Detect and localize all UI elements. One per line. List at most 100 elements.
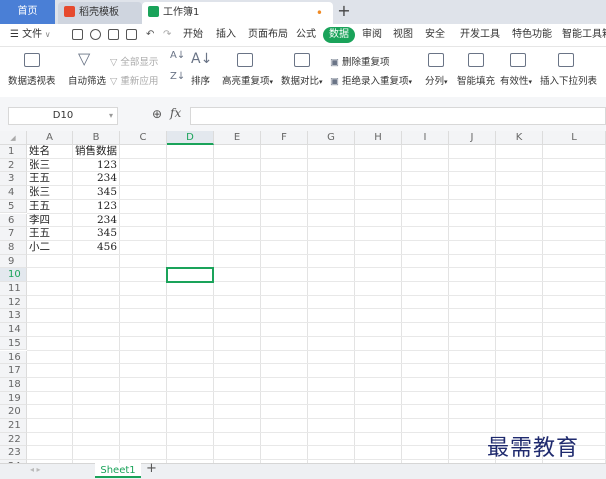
menu-smart-toolbox[interactable]: 智能工具箱	[562, 27, 606, 43]
row-header-11[interactable]: 11	[0, 282, 27, 296]
menu-developer[interactable]: 开发工具	[460, 27, 500, 43]
row-header-6[interactable]: 6	[0, 213, 27, 228]
split-column-button[interactable]: 分列▾	[425, 73, 448, 87]
cell-a7[interactable]: 王五	[29, 227, 70, 241]
cell-b4[interactable]: 345	[75, 186, 117, 200]
column-header-c[interactable]: C	[120, 131, 167, 145]
menu-features[interactable]: 特色功能	[512, 27, 552, 43]
row-header-16[interactable]: 16	[0, 350, 27, 365]
undo-icon[interactable]: ↶	[146, 27, 154, 43]
row-header-8[interactable]: 8	[0, 240, 27, 255]
row-header-10[interactable]: 10	[0, 268, 27, 282]
column-header-d[interactable]: D	[167, 131, 214, 145]
cell-a3[interactable]: 王五	[29, 172, 70, 186]
row-header-12[interactable]: 12	[0, 295, 27, 310]
row-header-4[interactable]: 4	[0, 186, 27, 200]
select-all-corner[interactable]: ◢	[0, 131, 27, 145]
row-header-22[interactable]: 22	[0, 432, 27, 447]
reapply-button[interactable]: ▽ 重新应用	[110, 73, 158, 87]
tab-workbook[interactable]: 工作簿1 •	[142, 2, 333, 24]
smart-fill-button[interactable]: 智能填充	[457, 73, 495, 87]
name-box[interactable]: D10 ▾	[8, 107, 118, 125]
new-tab-button[interactable]: +	[336, 0, 352, 24]
row-header-1[interactable]: 1	[0, 145, 27, 159]
highlight-duplicates-button[interactable]: 高亮重复项▾	[222, 73, 273, 87]
spreadsheet-icon	[148, 6, 159, 17]
add-sheet-button[interactable]: +	[146, 461, 157, 476]
row-header-13[interactable]: 13	[0, 309, 27, 324]
cell-b5[interactable]: 123	[75, 200, 117, 214]
row-header-9[interactable]: 9	[0, 254, 27, 269]
cell-b8[interactable]: 456	[75, 241, 117, 255]
row-header-15[interactable]: 15	[0, 336, 27, 351]
chevron-down-icon[interactable]: ▾	[109, 108, 113, 124]
sort-desc-icon[interactable]: Z↓	[170, 71, 185, 82]
menu-page-layout[interactable]: 页面布局	[248, 27, 288, 43]
cell-a2[interactable]: 张三	[29, 159, 70, 173]
column-header-e[interactable]: E	[214, 131, 261, 145]
column-header-l[interactable]: L	[543, 131, 606, 145]
cell-b7[interactable]: 345	[75, 227, 117, 241]
column-header-g[interactable]: G	[308, 131, 355, 145]
sort-asc-icon[interactable]: A↓	[170, 50, 185, 61]
cell-a4[interactable]: 张三	[29, 186, 70, 200]
column-header-k[interactable]: K	[496, 131, 543, 145]
file-menu[interactable]: ☰ 文件 ∨	[10, 27, 51, 43]
row-header-2[interactable]: 2	[0, 158, 27, 173]
active-cell[interactable]	[166, 267, 214, 283]
column-header-b[interactable]: B	[73, 131, 120, 145]
format-painter-icon[interactable]	[90, 29, 101, 40]
insert-dropdown-list-button[interactable]: 插入下拉列表	[540, 73, 597, 87]
fx-icon[interactable]: fx	[170, 106, 181, 120]
print-preview-icon[interactable]	[126, 29, 137, 40]
cell-a8[interactable]: 小二	[29, 241, 70, 255]
tab-template[interactable]: 稻壳模板	[58, 2, 142, 24]
cell-b3[interactable]: 234	[75, 172, 117, 186]
column-header-h[interactable]: H	[355, 131, 402, 145]
zoom-icon[interactable]: ⊕	[152, 107, 162, 121]
row-header-3[interactable]: 3	[0, 172, 27, 187]
remove-duplicates-button[interactable]: ▣ 删除重复项	[330, 54, 390, 68]
sheet-nav-icons[interactable]: ◂ ▸	[30, 465, 41, 474]
cell-b6[interactable]: 234	[75, 214, 117, 228]
pivot-table-button[interactable]: 数据透视表	[8, 73, 56, 87]
formula-input[interactable]	[190, 107, 606, 125]
column-header-a[interactable]: A	[27, 131, 73, 145]
column-header-j[interactable]: J	[449, 131, 496, 145]
validity-button[interactable]: 有效性▾	[500, 73, 532, 87]
tab-home[interactable]: 首页	[0, 0, 55, 24]
column-header-f[interactable]: F	[261, 131, 308, 145]
column-header-i[interactable]: I	[402, 131, 449, 145]
menu-review[interactable]: 审阅	[362, 27, 382, 43]
row-header-21[interactable]: 21	[0, 419, 27, 433]
cell-b1[interactable]: 销售数据	[75, 145, 117, 159]
row-header-20[interactable]: 20	[0, 405, 27, 419]
menu-insert[interactable]: 插入	[216, 27, 236, 43]
row-header-19[interactable]: 19	[0, 391, 27, 406]
row-header-23[interactable]: 23	[0, 446, 27, 461]
cell-a5[interactable]: 王五	[29, 200, 70, 214]
print-icon[interactable]	[108, 29, 119, 40]
row-header-5[interactable]: 5	[0, 199, 27, 214]
save-icon[interactable]	[72, 29, 83, 40]
menu-data[interactable]: 数据	[323, 27, 355, 43]
sheet-tab-sheet1[interactable]: Sheet1	[95, 463, 141, 478]
cell-a6[interactable]: 李四	[29, 214, 70, 228]
cell-a1[interactable]: 姓名	[29, 145, 70, 159]
spreadsheet-grid[interactable]: ◢ ABCDEFGHIJKL 1 2 3 4 5 6 7 8 9 10 11 12 13 14 15 16 17…	[0, 131, 606, 463]
row-header-7[interactable]: 7	[0, 227, 27, 241]
sort-button[interactable]: 排序	[191, 73, 210, 87]
menu-start[interactable]: 开始	[183, 27, 203, 43]
menu-formula[interactable]: 公式	[296, 27, 316, 43]
compare-button[interactable]: 数据对比▾	[281, 73, 323, 87]
row-header-18[interactable]: 18	[0, 377, 27, 392]
cell-b2[interactable]: 123	[75, 159, 117, 173]
reject-duplicates-button[interactable]: ▣ 拒绝录入重复项▾	[330, 73, 412, 87]
row-header-14[interactable]: 14	[0, 323, 27, 337]
redo-icon[interactable]: ↷	[163, 27, 171, 43]
row-header-17[interactable]: 17	[0, 364, 27, 378]
menu-security[interactable]: 安全	[425, 27, 445, 43]
autofilter-button[interactable]: 自动筛选	[68, 73, 106, 87]
show-all-button[interactable]: ▽ 全部显示	[110, 54, 158, 68]
menu-view[interactable]: 视图	[393, 27, 413, 43]
